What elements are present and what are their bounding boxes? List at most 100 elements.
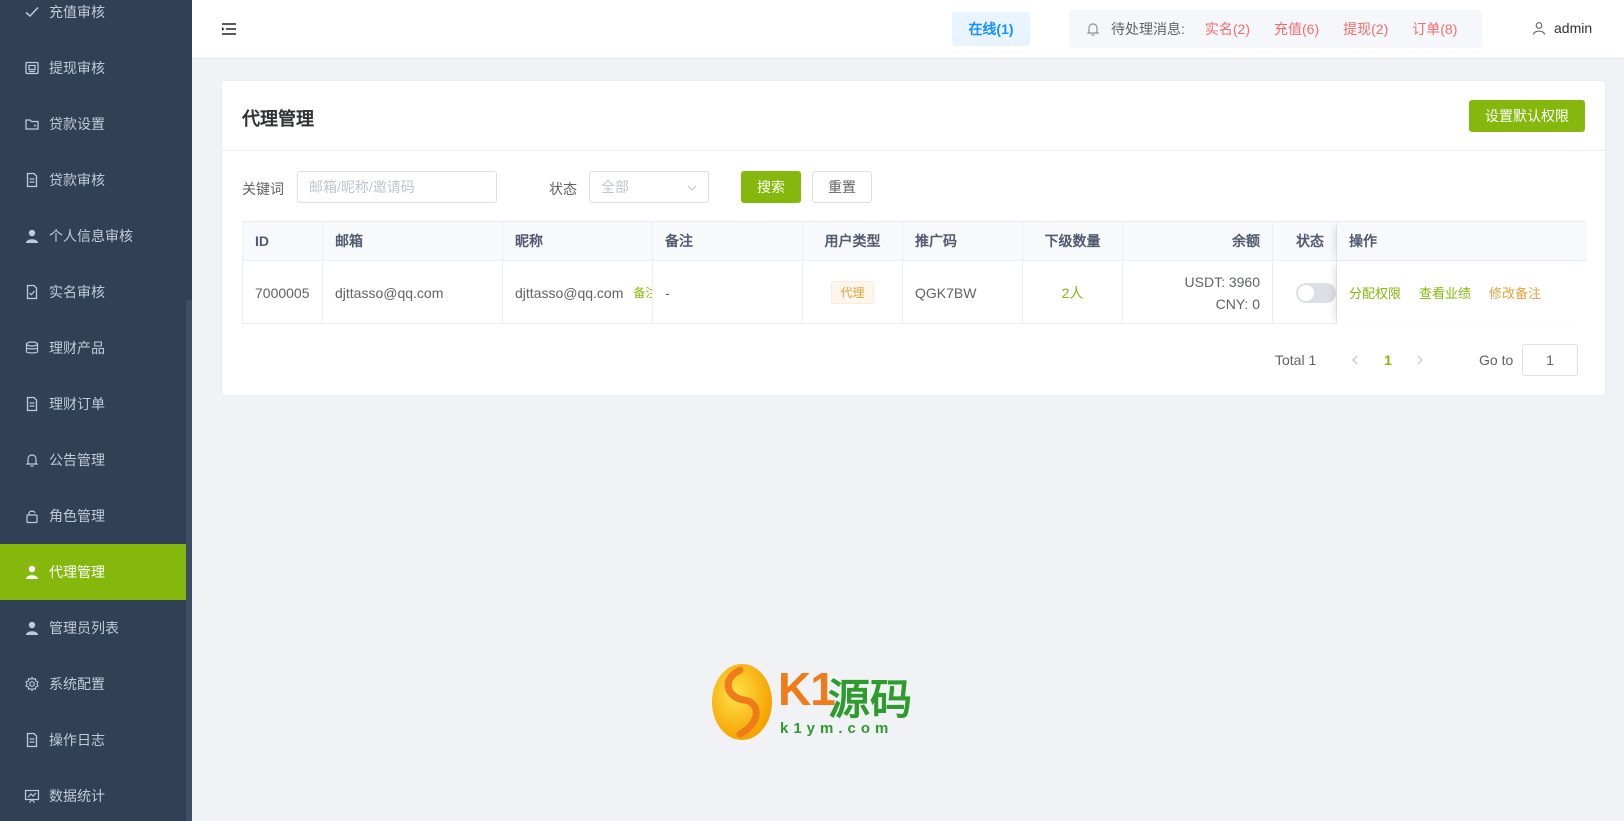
keyword-label: 关键词 — [242, 181, 284, 197]
sidebar-item-label: 公告管理 — [49, 452, 105, 468]
sidebar-item-withdraw-review[interactable]: 提现审核 — [0, 40, 192, 96]
sidebar-item-finance-products[interactable]: 理财产品 — [0, 320, 192, 376]
cell-promo-code: QGK7BW — [903, 261, 1023, 324]
logo-brand-cn-text: 源码 — [828, 675, 913, 724]
edit-remark-link[interactable]: 修改备注 — [1489, 283, 1541, 302]
bell-icon — [24, 452, 40, 468]
view-performance-link[interactable]: 查看业绩 — [1419, 283, 1471, 302]
user-menu[interactable]: admin — [1532, 20, 1592, 36]
document-icon — [24, 172, 40, 188]
sidebar-item-label: 实名审核 — [49, 284, 105, 300]
chevron-down-icon — [687, 185, 697, 191]
sidebar-scrollbar[interactable] — [186, 300, 192, 821]
col-header-sub-count: 下级数量 — [1023, 222, 1123, 261]
folder-icon — [24, 116, 40, 132]
cell-user-type: 代理 — [803, 261, 903, 324]
pending-label: 待处理消息: — [1111, 21, 1185, 37]
card-header: 代理管理 设置默认权限 — [222, 81, 1605, 151]
user-icon — [1532, 22, 1546, 35]
sidebar-item-realname-review[interactable]: 实名审核 — [0, 264, 192, 320]
col-header-status: 状态 — [1273, 222, 1337, 261]
sidebar-item-announcements[interactable]: 公告管理 — [0, 432, 192, 488]
status-label: 状态 — [549, 181, 577, 197]
document-icon — [24, 396, 40, 412]
status-select[interactable]: 全部 — [589, 171, 709, 203]
pending-recharge-link[interactable]: 充值(6) — [1274, 19, 1319, 39]
filter-bar: 关键词 邮箱/昵称/邀请码 状态 全部 搜索 重置 — [242, 171, 1582, 203]
online-count-badge[interactable]: 在线(1) — [952, 12, 1030, 46]
pending-realname-link[interactable]: 实名(2) — [1205, 19, 1250, 39]
keyword-input[interactable]: 邮箱/昵称/邀请码 — [297, 171, 497, 203]
user-icon — [24, 620, 40, 636]
col-header-id: ID — [243, 222, 323, 261]
sidebar-item-label: 理财产品 — [49, 340, 105, 356]
sidebar-item-label: 系统配置 — [49, 676, 105, 692]
balance-cny: CNY: 0 — [1215, 295, 1260, 312]
cell-balance: USDT: 3960 CNY: 0 — [1123, 261, 1273, 324]
sidebar-item-loan-settings[interactable]: 贷款设置 — [0, 96, 192, 152]
pending-withdraw-link[interactable]: 提现(2) — [1343, 19, 1388, 39]
pending-order-link[interactable]: 订单(8) — [1412, 19, 1457, 39]
sidebar-item-operation-log[interactable]: 操作日志 — [0, 712, 192, 768]
sidebar: 充值审核 提现审核 贷款设置 贷款审核 个人信息审核 实名审核 理财产品 理财订… — [0, 0, 192, 821]
logo-swirl-icon — [712, 664, 772, 740]
prev-page-icon[interactable] — [1343, 344, 1367, 376]
document-check-icon — [24, 284, 40, 300]
search-button[interactable]: 搜索 — [741, 171, 801, 203]
sidebar-item-label: 贷款审核 — [49, 172, 105, 188]
page-title: 代理管理 — [242, 109, 314, 129]
menu-toggle-icon[interactable] — [220, 20, 238, 38]
sidebar-item-roles[interactable]: 角色管理 — [0, 488, 192, 544]
status-toggle-knob — [1298, 284, 1314, 301]
sidebar-item-personal-info-review[interactable]: 个人信息审核 — [0, 208, 192, 264]
sidebar-item-recharge-review[interactable]: 充值审核 — [0, 0, 192, 40]
cell-id: 7000005 — [243, 261, 323, 324]
username: admin — [1554, 20, 1593, 36]
sidebar-item-finance-orders[interactable]: 理财订单 — [0, 376, 192, 432]
cell-nickname: djttasso@qq.com 备注 — [503, 261, 653, 324]
agent-management-card: 代理管理 设置默认权限 关键词 邮箱/昵称/邀请码 状态 全部 搜索 重置 ID… — [221, 80, 1606, 396]
page-number-current[interactable]: 1 — [1376, 344, 1400, 376]
cell-status — [1273, 261, 1337, 324]
sidebar-item-label: 充值审核 — [49, 4, 105, 20]
pending-messages: 待处理消息: 实名(2) 充值(6) 提现(2) 订单(8) — [1069, 10, 1482, 48]
sidebar-item-label: 个人信息审核 — [49, 228, 133, 244]
sidebar-item-loan-review[interactable]: 贷款审核 — [0, 152, 192, 208]
sidebar-item-label: 提现审核 — [49, 60, 105, 76]
sidebar-item-label: 理财订单 — [49, 396, 105, 412]
col-header-promo-code: 推广码 — [903, 222, 1023, 261]
lock-icon — [24, 508, 40, 524]
col-header-balance: 余额 — [1123, 222, 1273, 261]
set-default-permission-button[interactable]: 设置默认权限 — [1469, 100, 1585, 132]
status-select-value: 全部 — [601, 179, 629, 195]
user-icon — [24, 564, 40, 580]
cell-sub-count[interactable]: 2人 — [1023, 261, 1123, 324]
goto-page-input[interactable]: 1 — [1522, 344, 1578, 376]
goto-label: Go to — [1479, 352, 1514, 368]
status-toggle[interactable] — [1296, 282, 1336, 303]
sidebar-item-label: 数据统计 — [49, 788, 105, 804]
nickname-remark-link[interactable]: 备注 — [633, 284, 652, 301]
sidebar-item-agent-management[interactable]: 代理管理 — [0, 544, 192, 600]
assign-permission-link[interactable]: 分配权限 — [1349, 283, 1401, 302]
col-header-nickname: 昵称 — [503, 222, 653, 261]
nickname-text: djttasso@qq.com — [515, 284, 624, 301]
document-icon — [24, 732, 40, 748]
sidebar-item-label: 贷款设置 — [49, 116, 105, 132]
logo-brand-text: K1 — [778, 663, 836, 715]
user-icon — [24, 228, 40, 244]
pagination-total: Total 1 — [1275, 352, 1317, 368]
next-page-icon[interactable] — [1408, 344, 1432, 376]
agent-table: ID 邮箱 昵称 备注 用户类型 推广码 下级数量 余额 状态 操作 70000… — [242, 221, 1587, 324]
col-header-actions: 操作 — [1337, 222, 1587, 261]
col-header-email: 邮箱 — [323, 222, 503, 261]
reset-button[interactable]: 重置 — [812, 171, 872, 203]
coins-icon — [24, 340, 40, 356]
sidebar-item-statistics[interactable]: 数据统计 — [0, 768, 192, 821]
cell-actions: 分配权限 查看业绩 修改备注 — [1337, 261, 1587, 324]
sidebar-item-label: 角色管理 — [49, 508, 105, 524]
col-header-user-type: 用户类型 — [803, 222, 903, 261]
sidebar-item-label: 管理员列表 — [49, 620, 119, 636]
sidebar-item-system-config[interactable]: 系统配置 — [0, 656, 192, 712]
sidebar-item-admin-list[interactable]: 管理员列表 — [0, 600, 192, 656]
